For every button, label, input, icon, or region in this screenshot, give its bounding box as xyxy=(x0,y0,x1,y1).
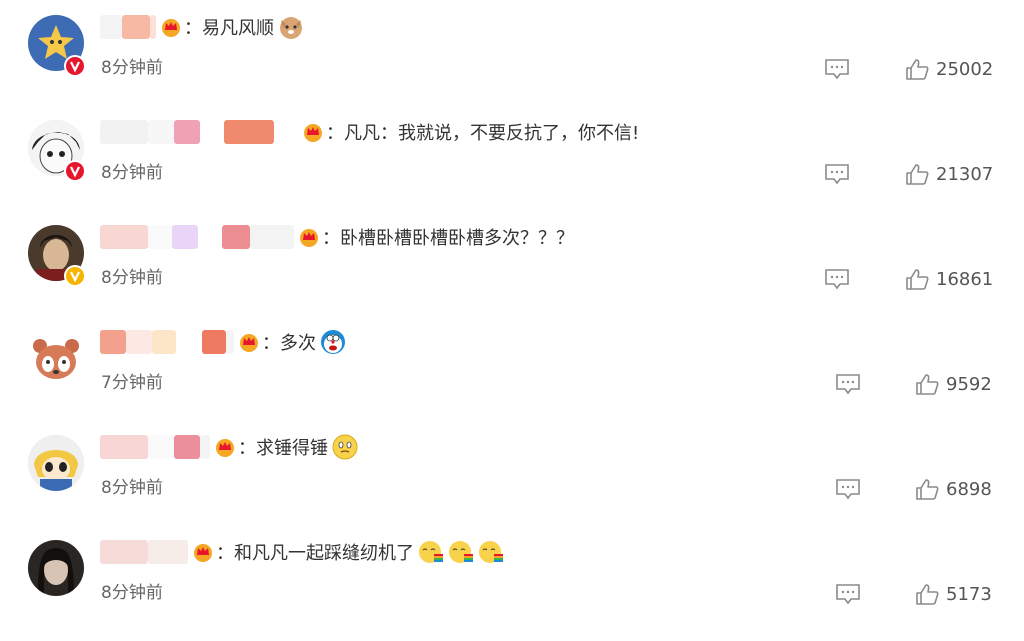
like-button[interactable]: 16861 xyxy=(905,268,993,290)
comment-item: ： 多次 7分钟前 9592 xyxy=(0,315,1024,420)
thumbs-up-icon xyxy=(906,164,929,185)
comment-time: 8分钟前 xyxy=(101,478,163,498)
member-crown-icon xyxy=(298,226,320,248)
separator: ： xyxy=(326,123,344,144)
username-blurred[interactable] xyxy=(172,225,198,249)
username-blurred[interactable] xyxy=(126,330,152,354)
username-blurred[interactable] xyxy=(100,330,126,354)
comment-item: ： 求锤得锤 8分钟前 6898 xyxy=(0,420,1024,525)
comment-item: ： 凡凡：我就说，不要反抗了，你不信! 8分钟前 21307 xyxy=(0,105,1024,210)
username-blurred[interactable] xyxy=(122,15,150,39)
comment-time: 8分钟前 xyxy=(101,163,163,183)
username-blurred[interactable] xyxy=(148,225,172,249)
separator: ： xyxy=(238,438,256,459)
like-count: 5173 xyxy=(946,583,992,605)
member-crown-icon xyxy=(214,436,236,458)
comment-text: 多次 xyxy=(280,333,316,354)
username-blurred[interactable] xyxy=(222,225,250,249)
thumbs-up-icon xyxy=(916,479,939,500)
username-blurred[interactable] xyxy=(250,225,294,249)
comment-text: 凡凡：我就说，不要反抗了，你不信! xyxy=(344,123,640,144)
comment-text: 和凡凡一起踩缝纫机了 xyxy=(234,543,414,564)
username-blurred[interactable] xyxy=(152,330,176,354)
comment-header: ： 多次 xyxy=(100,327,346,357)
verified-yellow-badge xyxy=(64,265,86,287)
thumbs-up-icon xyxy=(916,374,939,395)
rainbow-vomit-emoji-icon xyxy=(478,539,504,565)
separator: ： xyxy=(216,543,234,564)
like-count: 21307 xyxy=(936,163,994,185)
username-blurred[interactable] xyxy=(176,330,202,354)
comment-item: ： 和凡凡一起踩缝纫机了 8分钟前 5173 xyxy=(0,525,1024,630)
comment-item: ： 易凡风顺 8分钟前 25002 xyxy=(0,0,1024,105)
like-button[interactable]: 21307 xyxy=(905,163,993,185)
verified-red-badge xyxy=(64,160,86,182)
username-blurred[interactable] xyxy=(198,225,222,249)
comment-text: 求锤得锤 xyxy=(256,438,328,459)
comment-time: 7分钟前 xyxy=(101,373,163,393)
username-blurred[interactable] xyxy=(148,540,188,564)
thumbs-up-icon xyxy=(906,269,929,290)
username-blurred[interactable] xyxy=(202,330,226,354)
comment-item: ： 卧槽卧槽卧槽卧槽多次？？？ 8分钟前 16861 xyxy=(0,210,1024,315)
username-blurred[interactable] xyxy=(148,120,174,144)
reply-button[interactable] xyxy=(824,163,850,185)
thinking-emoji-icon xyxy=(332,434,358,460)
comment-header: ： 易凡风顺 xyxy=(100,12,304,42)
avatar[interactable] xyxy=(28,435,84,491)
username-blurred[interactable] xyxy=(200,120,224,144)
username-blurred[interactable] xyxy=(174,435,200,459)
username-blurred[interactable] xyxy=(100,540,148,564)
cat-emoji-icon xyxy=(278,14,304,40)
separator: ： xyxy=(262,333,280,354)
reply-button[interactable] xyxy=(824,268,850,290)
like-count: 25002 xyxy=(936,58,994,80)
username-blurred[interactable] xyxy=(226,330,234,354)
username-blurred[interactable] xyxy=(100,15,122,39)
like-button[interactable]: 6898 xyxy=(915,478,992,500)
like-button[interactable]: 5173 xyxy=(915,583,992,605)
avatar[interactable] xyxy=(28,330,84,386)
member-crown-icon xyxy=(160,16,182,38)
rainbow-vomit-emoji-icon xyxy=(418,539,444,565)
thumbs-up-icon xyxy=(916,584,939,605)
doraemon-emoji-icon xyxy=(320,329,346,355)
reply-button[interactable] xyxy=(835,373,861,395)
like-count: 9592 xyxy=(946,373,992,395)
rainbow-vomit-emoji-icon xyxy=(448,539,474,565)
comment-time: 8分钟前 xyxy=(101,268,163,288)
username-blurred[interactable] xyxy=(274,120,298,144)
comment-time: 8分钟前 xyxy=(101,58,163,78)
member-crown-icon xyxy=(192,541,214,563)
comment-header: ： 和凡凡一起踩缝纫机了 xyxy=(100,537,504,567)
username-blurred[interactable] xyxy=(174,120,200,144)
like-count: 6898 xyxy=(946,478,992,500)
separator: ： xyxy=(322,228,340,249)
username-blurred[interactable] xyxy=(100,225,148,249)
like-count: 16861 xyxy=(936,268,994,290)
username-blurred[interactable] xyxy=(224,120,274,144)
username-blurred[interactable] xyxy=(100,120,148,144)
comment-text: 卧槽卧槽卧槽卧槽多次？？？ xyxy=(340,228,574,249)
comment-text: 易凡风顺 xyxy=(202,18,274,39)
like-button[interactable]: 9592 xyxy=(915,373,992,395)
thumbs-up-icon xyxy=(906,59,929,80)
member-crown-icon xyxy=(302,121,324,143)
reply-button[interactable] xyxy=(835,583,861,605)
username-blurred[interactable] xyxy=(148,435,174,459)
member-crown-icon xyxy=(238,331,260,353)
username-blurred[interactable] xyxy=(100,435,148,459)
separator: ： xyxy=(184,18,202,39)
username-blurred[interactable] xyxy=(200,435,210,459)
username-blurred[interactable] xyxy=(150,15,156,39)
comment-time: 8分钟前 xyxy=(101,583,163,603)
like-button[interactable]: 25002 xyxy=(905,58,993,80)
reply-button[interactable] xyxy=(824,58,850,80)
comment-header: ： 凡凡：我就说，不要反抗了，你不信! xyxy=(100,117,639,147)
verified-red-badge xyxy=(64,55,86,77)
reply-button[interactable] xyxy=(835,478,861,500)
comment-header: ： 卧槽卧槽卧槽卧槽多次？？？ xyxy=(100,222,574,252)
avatar[interactable] xyxy=(28,540,84,596)
comment-header: ： 求锤得锤 xyxy=(100,432,358,462)
